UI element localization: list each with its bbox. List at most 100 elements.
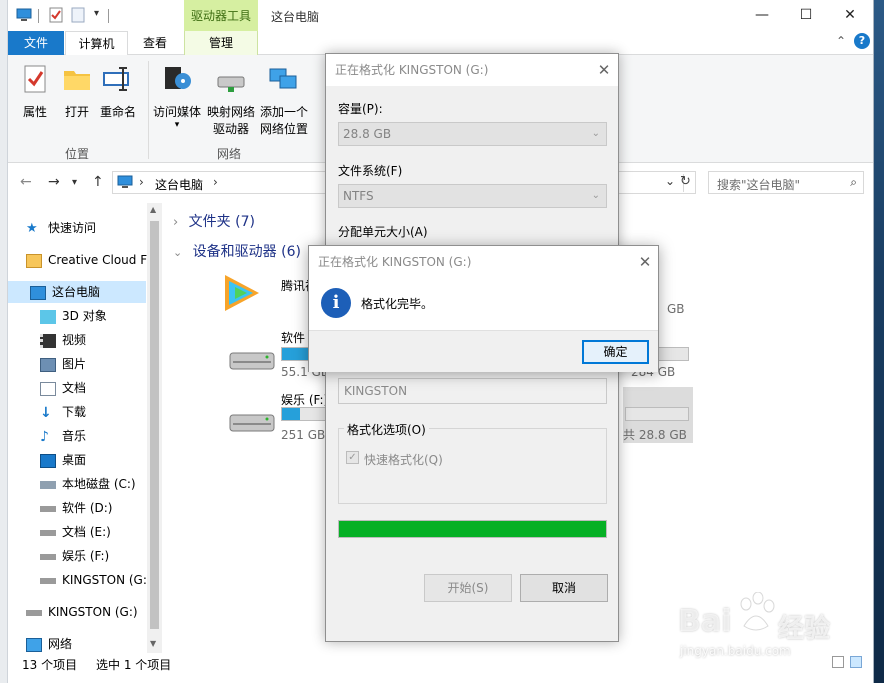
capacity-select[interactable]: 28.8 GB ⌄ xyxy=(338,122,607,146)
breadcrumb-this-pc[interactable]: 这台电脑 xyxy=(155,176,203,193)
computer-icon[interactable] xyxy=(16,7,32,23)
nav-network[interactable]: 网络 xyxy=(26,633,72,655)
message-button-area: 确定 xyxy=(309,330,658,372)
new-folder-icon[interactable] xyxy=(70,7,86,23)
search-placeholder: 搜索"这台电脑" xyxy=(717,178,801,192)
add-network-location-button[interactable]: 添加一个 网络位置 xyxy=(258,63,310,138)
item-count: 13 个项目 xyxy=(22,658,78,672)
nav-label: 3D 对象 xyxy=(62,309,107,323)
tab-computer[interactable]: 计算机 xyxy=(65,31,128,56)
nav-label: 软件 (D:) xyxy=(62,501,113,515)
properties-icon xyxy=(24,65,46,93)
tab-file[interactable]: 文件 xyxy=(8,31,64,55)
document-icon xyxy=(40,381,56,396)
ribbon-tabs: 文件 计算机 查看 管理 ⌃ ? xyxy=(8,31,873,56)
ok-button[interactable]: 确定 xyxy=(582,340,649,364)
address-dropdown-icon[interactable]: ⌄ xyxy=(665,174,675,188)
scroll-down-icon[interactable]: ▼ xyxy=(150,639,156,648)
access-media-button[interactable]: 访问媒体 ▾ xyxy=(152,63,202,130)
nav-quick-access[interactable]: ★ 快速访问 xyxy=(26,217,96,239)
up-arrow-icon[interactable]: ↑ xyxy=(92,174,104,190)
nav-videos[interactable]: 视频 xyxy=(40,329,86,351)
maximize-button[interactable]: ☐ xyxy=(784,0,828,30)
filesystem-select[interactable]: NTFS ⌄ xyxy=(338,184,607,208)
collapse-ribbon-icon[interactable]: ⌃ xyxy=(836,34,846,48)
breadcrumb-chevron-icon[interactable]: › xyxy=(213,175,218,189)
nav-this-pc[interactable]: 这台电脑 xyxy=(8,281,146,303)
refresh-icon[interactable]: ↻ xyxy=(680,174,691,189)
chevron-down-icon: ⌄ xyxy=(591,128,600,139)
nav-label: Creative Cloud F xyxy=(48,253,148,267)
nav-drive-g[interactable]: KINGSTON (G: xyxy=(40,569,147,591)
network-drive-icon xyxy=(217,76,245,92)
title-bar: ▾ 驱动器工具 这台电脑 — ☐ ✕ xyxy=(8,0,873,31)
properties-button[interactable]: 属性 xyxy=(18,63,52,121)
star-icon: ★ xyxy=(26,220,38,236)
usb-drive-icon xyxy=(40,577,56,584)
message-box-close-icon[interactable]: ✕ xyxy=(631,246,659,278)
nav-documents[interactable]: 文档 xyxy=(40,377,86,399)
folders-section-header[interactable]: › 文件夹 (7) xyxy=(173,211,255,231)
nav-label: 文档 (E:) xyxy=(62,525,111,539)
nav-scrollbar-thumb[interactable] xyxy=(150,221,159,629)
ribbon-group-divider xyxy=(148,61,149,159)
back-arrow-icon[interactable]: ← xyxy=(20,174,32,190)
rename-button[interactable]: 重命名 xyxy=(98,63,138,121)
music-note-icon: ♪ xyxy=(40,428,49,445)
cancel-button[interactable]: 取消 xyxy=(520,574,608,602)
tab-view[interactable]: 查看 xyxy=(130,31,180,55)
nav-pictures[interactable]: 图片 xyxy=(40,353,86,375)
nav-label: 网络 xyxy=(48,637,73,651)
properties-check-icon[interactable] xyxy=(48,7,64,23)
quick-format-checkbox[interactable]: ✓ xyxy=(346,451,359,464)
search-input[interactable]: 搜索"这台电脑" ⌕ xyxy=(708,171,864,194)
creative-cloud-folder-icon xyxy=(26,253,42,268)
minimize-button[interactable]: — xyxy=(740,0,784,30)
desktop-icon xyxy=(40,453,56,468)
message-text: 格式化完毕。 xyxy=(361,297,434,311)
open-label: 打开 xyxy=(64,105,89,119)
open-button[interactable]: 打开 xyxy=(60,63,94,121)
nav-drive-f[interactable]: 娱乐 (F:) xyxy=(40,545,109,567)
tab-manage[interactable]: 管理 xyxy=(184,31,258,55)
network-location-icon xyxy=(269,68,297,89)
chevron-right-icon: › xyxy=(173,215,179,230)
usage-fill xyxy=(282,408,300,420)
recent-dropdown-icon[interactable]: ▾ xyxy=(72,177,77,188)
devices-section-header[interactable]: ⌄ 设备和驱动器 (6) xyxy=(173,241,301,261)
nav-scrollbar[interactable]: ▲ ▼ xyxy=(147,203,162,653)
drive-icon xyxy=(40,529,56,536)
filesystem-value: NTFS xyxy=(343,189,374,203)
nav-drive-e[interactable]: 文档 (E:) xyxy=(40,521,111,543)
scroll-up-icon[interactable]: ▲ xyxy=(150,205,156,214)
map-network-drive-button[interactable]: 映射网络 驱动器 xyxy=(204,63,258,138)
format-dialog-close-icon[interactable]: ✕ xyxy=(590,54,618,86)
nav-3d-objects[interactable]: 3D 对象 xyxy=(40,305,107,327)
selected-count: 选中 1 个项目 xyxy=(96,658,172,672)
rename-label: 重命名 xyxy=(99,105,136,119)
start-button[interactable]: 开始(S) xyxy=(424,574,512,602)
nav-downloads[interactable]: ↓ 下载 xyxy=(40,401,86,423)
nav-kingston-root[interactable]: KINGSTON (G:) xyxy=(26,601,138,623)
nav-creative-cloud[interactable]: Creative Cloud F xyxy=(26,249,147,271)
folders-header-text: 文件夹 (7) xyxy=(188,214,255,230)
close-button[interactable]: ✕ xyxy=(828,0,872,30)
system-drive-icon xyxy=(40,480,56,489)
nav-drive-c[interactable]: 本地磁盘 (C:) xyxy=(40,473,136,495)
help-icon[interactable]: ? xyxy=(854,33,870,49)
hard-drive-icon xyxy=(229,414,275,432)
nav-music[interactable]: ♪ 音乐 xyxy=(40,425,86,447)
open-folder-icon xyxy=(64,71,90,90)
rename-icon xyxy=(103,67,129,91)
search-icon[interactable]: ⌕ xyxy=(850,175,857,190)
forward-arrow-icon[interactable]: → xyxy=(48,174,60,190)
qat-dropdown-icon[interactable]: ▾ xyxy=(94,8,99,19)
drive-icon xyxy=(40,553,56,560)
drive-tools-context-header: 驱动器工具 xyxy=(184,0,258,31)
quick-format-label: 快速格式化(Q) xyxy=(364,453,443,467)
nav-drive-d[interactable]: 软件 (D:) xyxy=(40,497,112,519)
volume-label-input[interactable]: KINGSTON xyxy=(338,378,607,404)
nav-desktop[interactable]: 桌面 xyxy=(40,449,86,471)
background-window-edge xyxy=(0,0,8,683)
access-media-dropdown-icon: ▾ xyxy=(174,120,180,130)
